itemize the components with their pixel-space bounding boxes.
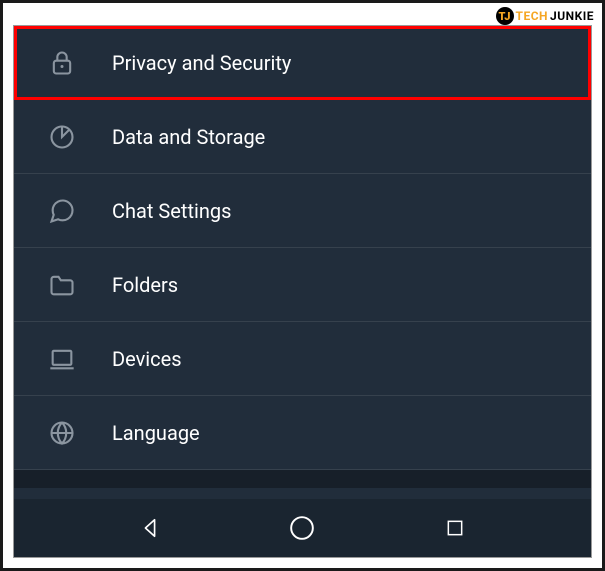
section-separator [14,470,591,488]
folder-icon [48,271,76,299]
settings-item-language[interactable]: Language [14,396,591,470]
chat-icon [48,197,76,225]
settings-item-label: Language [112,421,200,445]
home-icon [289,515,315,541]
settings-item-label: Chat Settings [112,199,231,223]
watermark-text-tech: TECH [516,9,549,23]
settings-item-label: Devices [112,347,182,371]
settings-item-chat-settings[interactable]: Chat Settings [14,174,591,248]
back-button[interactable] [126,504,174,552]
settings-item-folders[interactable]: Folders [14,248,591,322]
settings-item-label: Privacy and Security [112,51,291,75]
back-icon [139,517,161,539]
settings-item-label: Data and Storage [112,125,265,149]
globe-icon [48,419,76,447]
laptop-icon [48,345,76,373]
settings-item-privacy-security[interactable]: Privacy and Security [14,26,591,100]
home-button[interactable] [278,504,326,552]
recent-icon [445,518,465,538]
navigation-bar [14,499,591,557]
pie-chart-icon [48,123,76,151]
lock-icon [48,49,76,77]
settings-item-devices[interactable]: Devices [14,322,591,396]
watermark-logo: TJ [496,7,514,25]
settings-item-label: Folders [112,273,178,297]
settings-item-data-storage[interactable]: Data and Storage [14,100,591,174]
app-screen: Privacy and Security Data and Storage Ch… [13,25,592,558]
settings-list: Privacy and Security Data and Storage Ch… [14,26,591,499]
watermark-text-junkie: JUNKIE [550,9,594,23]
next-section-peek [14,488,591,499]
watermark: TJ TECHJUNKIE [496,7,594,25]
recent-apps-button[interactable] [431,504,479,552]
watermark-logo-text: TJ [499,10,511,23]
